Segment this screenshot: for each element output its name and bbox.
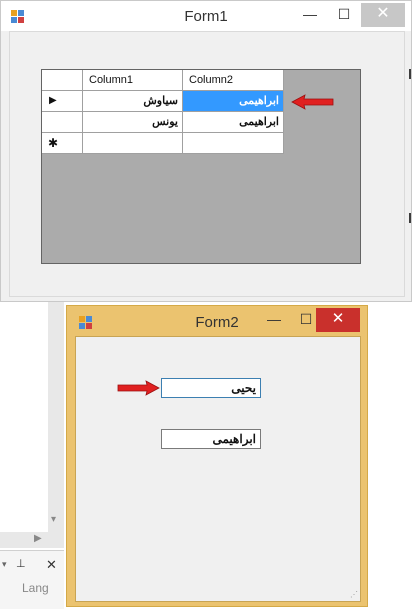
tool-close-icon[interactable]: ✕ — [46, 557, 57, 573]
resize-grip-icon[interactable]: ⋰ — [350, 591, 358, 599]
form1-titlebar[interactable]: Form1 — ☐ ✕ — [1, 1, 411, 31]
textbox-last-name[interactable]: ابراهیمی — [161, 429, 261, 449]
edge-tick — [409, 69, 411, 79]
vertical-scrollbar[interactable]: ▾ — [48, 302, 64, 542]
form1-window: Form1 — ☐ ✕ Column1 Column2 ▶ سیاوش ابرا… — [0, 0, 412, 302]
edge-tick — [409, 213, 411, 223]
minimize-button[interactable]: — — [293, 3, 327, 27]
grid-column-header[interactable]: Column1 — [83, 70, 183, 91]
pin-icon[interactable]: ⊥ — [16, 557, 26, 570]
tool-tab-label[interactable]: Lang — [22, 581, 49, 595]
grid-cell[interactable]: ابراهیمی — [183, 112, 284, 133]
maximize-button[interactable]: ☐ — [327, 3, 361, 27]
red-arrow-left-icon — [291, 94, 334, 110]
grid-cell-selected[interactable]: ابراهیمی — [183, 91, 284, 112]
ide-tool-window: ▾ ⊥ ✕ Lang — [0, 550, 64, 609]
grid-cell[interactable]: سیاوش — [83, 91, 183, 112]
horizontal-scrollbar[interactable]: ▶ — [0, 532, 64, 548]
scroll-right-arrow-icon[interactable]: ▶ — [34, 533, 42, 544]
ide-side-panel — [0, 302, 48, 550]
grid-cell-new-row[interactable] — [183, 133, 284, 154]
form2-client-area: یحیی ابراهیمی ⋰ — [75, 336, 361, 602]
grid-cell[interactable]: یونس — [83, 112, 183, 133]
minimize-button[interactable]: — — [257, 308, 291, 332]
grid-cell-new-row[interactable] — [83, 133, 183, 154]
red-arrow-right-icon — [117, 380, 160, 396]
grid-corner-header[interactable] — [42, 70, 83, 91]
close-button[interactable]: ✕ — [361, 3, 405, 27]
form2-window: Form2 — ☐ ✕ یحیی ابراهیمی ⋰ — [66, 305, 368, 607]
textbox-first-name[interactable]: یحیی — [161, 378, 261, 398]
row-header-current-indicator[interactable]: ▶ — [42, 91, 83, 112]
row-header[interactable] — [42, 112, 83, 133]
dropdown-arrow-icon[interactable]: ▾ — [2, 559, 7, 570]
new-row-indicator[interactable]: ✱ — [42, 133, 83, 154]
close-button[interactable]: ✕ — [316, 308, 360, 332]
grid-column-header[interactable]: Column2 — [183, 70, 284, 91]
scroll-down-arrow-icon[interactable]: ▾ — [51, 514, 56, 525]
